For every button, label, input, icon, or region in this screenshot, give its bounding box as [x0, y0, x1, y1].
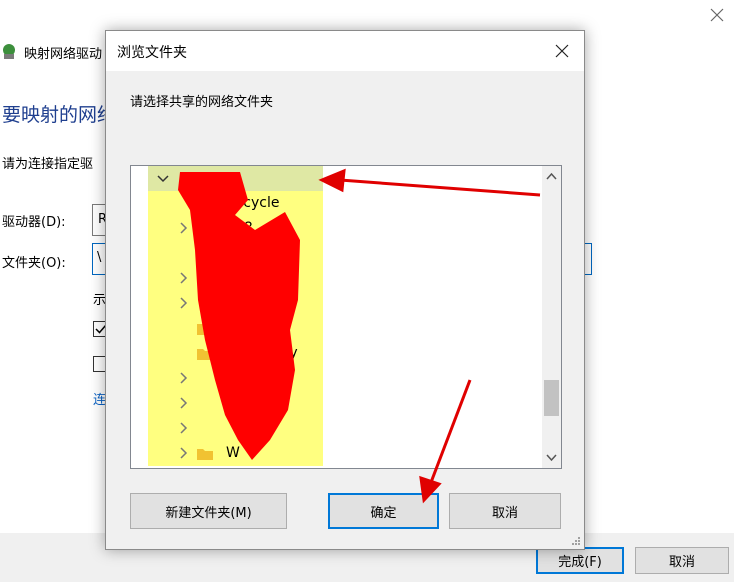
chevron-right-icon[interactable]: [175, 395, 191, 411]
new-folder-button[interactable]: 新建文件夹(M): [130, 493, 287, 529]
network-drive-icon: [3, 44, 15, 59]
tree-item[interactable]: W: [131, 441, 526, 466]
finish-button[interactable]: 完成(F): [536, 547, 624, 574]
tree-item[interactable]: [131, 266, 526, 291]
chevron-right-icon[interactable]: [175, 295, 191, 311]
chevron-right-icon[interactable]: [175, 420, 191, 436]
tree-item[interactable]: [131, 366, 526, 391]
tree-item-label: 38: [235, 220, 253, 236]
chevron-down-icon[interactable]: [155, 170, 171, 186]
dialog-titlebar: 浏览文件夹: [106, 31, 584, 71]
wizard-cancel-button[interactable]: 取消: [635, 547, 729, 574]
chevron-right-icon[interactable]: [175, 270, 191, 286]
tree-item-label: W: [226, 445, 240, 461]
folder-label: 文件夹(O):: [2, 256, 66, 271]
wizard-heading: 要映射的网络: [2, 104, 117, 126]
tree-item[interactable]: ock: [131, 241, 526, 266]
tree-item-label: ycycle: [235, 195, 280, 211]
browse-folder-dialog: 浏览文件夹 请选择共享的网络文件夹 ycycle 38 ock ory W 新建…: [105, 30, 585, 550]
ok-button[interactable]: 确定: [328, 493, 439, 529]
chevron-right-icon[interactable]: [175, 370, 191, 386]
tree-item[interactable]: [131, 291, 526, 316]
tree-item-root[interactable]: [131, 166, 526, 191]
wizard-description: 请为连接指定驱: [2, 157, 94, 172]
tree-item-label: ock: [265, 245, 290, 261]
chevron-right-icon[interactable]: [175, 220, 191, 236]
wizard-title-text: 映射网络驱动: [24, 46, 103, 62]
drive-label: 驱动器(D):: [2, 215, 66, 230]
folder-tree[interactable]: ycycle 38 ock ory W: [130, 165, 562, 469]
resize-grip-icon[interactable]: [569, 534, 581, 546]
dialog-close-icon[interactable]: [552, 41, 572, 61]
tree-item[interactable]: 38: [131, 216, 526, 241]
folder-icon: [197, 449, 213, 460]
wizard-title: 映射网络驱动: [0, 40, 102, 64]
tree-item[interactable]: [131, 416, 526, 441]
scroll-up-icon[interactable]: [544, 169, 559, 184]
folder-icon: [197, 324, 213, 335]
chevron-right-icon[interactable]: [175, 445, 191, 461]
tree-item[interactable]: [131, 316, 526, 341]
tree-item[interactable]: [131, 391, 526, 416]
folder-icon: [197, 349, 213, 360]
dialog-prompt: 请选择共享的网络文件夹: [130, 95, 274, 110]
tree-scrollbar[interactable]: [542, 166, 561, 468]
tree-item-label: ory: [275, 345, 298, 361]
scroll-down-icon[interactable]: [544, 450, 559, 465]
tree-item[interactable]: ory: [131, 341, 526, 366]
tree-item[interactable]: ycycle: [131, 191, 526, 216]
close-icon[interactable]: [706, 4, 728, 26]
dialog-title: 浏览文件夹: [117, 45, 187, 61]
folder-input-value: \: [97, 250, 102, 265]
scroll-thumb[interactable]: [544, 380, 559, 416]
dialog-cancel-button[interactable]: 取消: [449, 493, 561, 529]
